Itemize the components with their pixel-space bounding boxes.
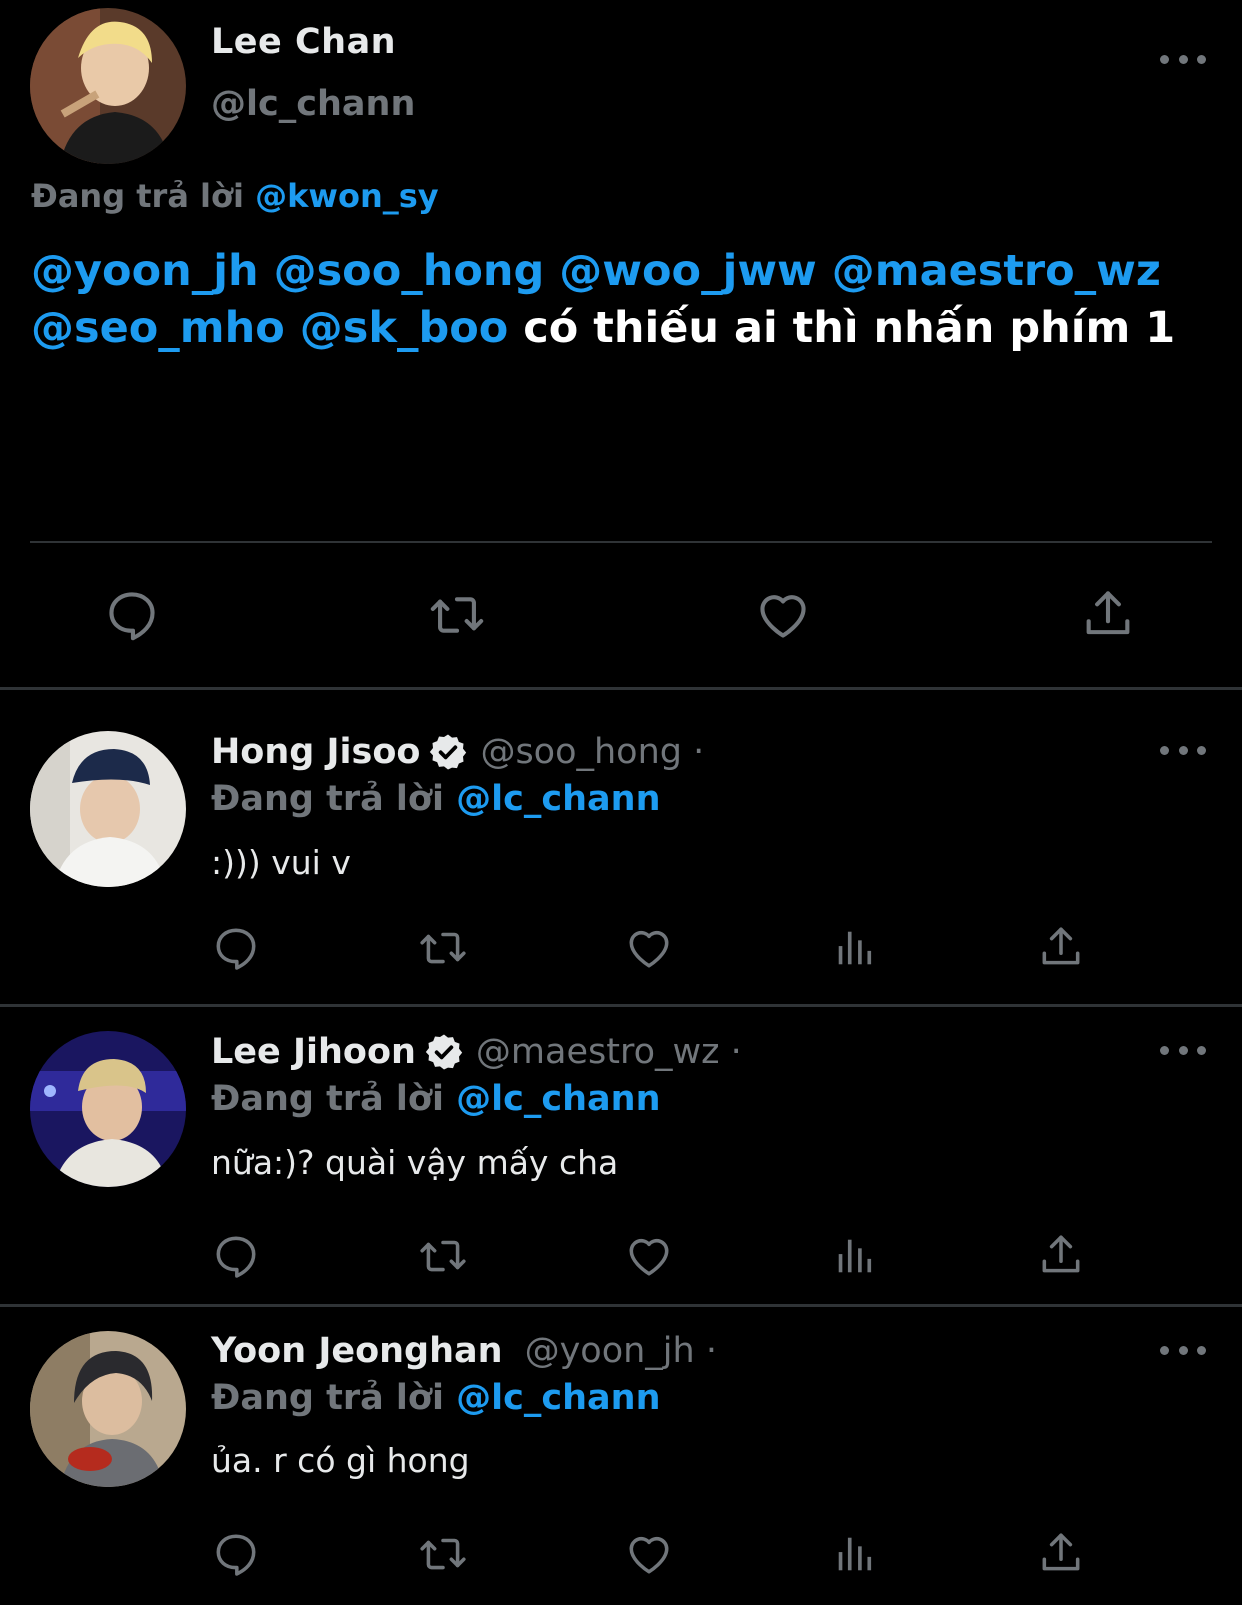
- retweet-icon[interactable]: [426, 586, 488, 644]
- author-name[interactable]: Lee Jihoon: [211, 1032, 416, 1072]
- divider: [30, 541, 1212, 543]
- author-row: Hong Jisoo @soo_hong ·: [211, 732, 704, 772]
- mention[interactable]: @seo_mho: [31, 303, 285, 353]
- verified-badge-icon: [424, 1032, 464, 1072]
- reply-text: nữa:)? quài vậy mấy cha: [211, 1143, 619, 1182]
- replying-to-handle[interactable]: @kwon_sy: [255, 177, 439, 215]
- author-handle[interactable]: @lc_chann: [211, 84, 415, 124]
- reply-icon[interactable]: [211, 923, 261, 973]
- reply-tweet[interactable]: Lee Jihoon @maestro_wz · Đang trả lời @l…: [0, 1007, 1242, 1307]
- share-icon[interactable]: [1036, 1527, 1086, 1579]
- reply-text: :))) vui v: [211, 843, 351, 882]
- author-row: Yoon Jeonghan @yoon_jh ·: [211, 1331, 717, 1371]
- like-icon[interactable]: [754, 586, 812, 644]
- like-icon[interactable]: [624, 1529, 674, 1579]
- author-name[interactable]: Lee Chan: [211, 22, 396, 62]
- replying-to: Đang trả lời @lc_chann: [211, 1378, 661, 1418]
- replying-prefix: Đang trả lời: [31, 177, 244, 215]
- replying-prefix: Đang trả lời: [211, 1079, 444, 1119]
- share-icon[interactable]: [1036, 921, 1086, 973]
- mention[interactable]: @yoon_jh: [31, 246, 259, 296]
- retweet-icon[interactable]: [416, 923, 470, 973]
- replying-to-handle[interactable]: @lc_chann: [456, 1378, 660, 1418]
- like-icon[interactable]: [624, 1231, 674, 1281]
- reply-text: ủa. r có gì hong: [211, 1441, 470, 1480]
- replying-to: Đang trả lời @lc_chann: [211, 1079, 661, 1119]
- reply-icon[interactable]: [103, 586, 161, 644]
- replying-to: Đang trả lời @kwon_sy: [31, 177, 439, 215]
- views-icon[interactable]: [832, 1231, 878, 1281]
- reply-icon[interactable]: [211, 1529, 261, 1579]
- reply-tweet[interactable]: Yoon Jeonghan @yoon_jh · Đang trả lời @l…: [0, 1307, 1242, 1605]
- reply-tweet[interactable]: Hong Jisoo @soo_hong · Đang trả lời @lc_…: [0, 690, 1242, 1003]
- views-icon[interactable]: [832, 1529, 878, 1579]
- views-icon[interactable]: [832, 923, 878, 973]
- tweet-text: @yoon_jh @soo_hong @woo_jww @maestro_wz …: [31, 243, 1231, 357]
- reply-icon[interactable]: [211, 1231, 261, 1281]
- mention[interactable]: @sk_boo: [300, 303, 509, 353]
- avatar[interactable]: [30, 1031, 186, 1187]
- author-handle[interactable]: @soo_hong ·: [480, 732, 704, 772]
- share-icon[interactable]: [1079, 584, 1137, 644]
- more-options-icon[interactable]: [1160, 740, 1206, 760]
- mention[interactable]: @maestro_wz: [832, 246, 1161, 296]
- more-options-icon[interactable]: [1160, 1340, 1206, 1360]
- avatar[interactable]: [30, 8, 186, 164]
- replying-prefix: Đang trả lời: [211, 779, 444, 819]
- replying-prefix: Đang trả lời: [211, 1378, 444, 1418]
- like-icon[interactable]: [624, 923, 674, 973]
- author-name[interactable]: Hong Jisoo: [211, 732, 420, 772]
- avatar[interactable]: [30, 731, 186, 887]
- avatar[interactable]: [30, 1331, 186, 1487]
- replying-to-handle[interactable]: @lc_chann: [456, 779, 660, 819]
- retweet-icon[interactable]: [416, 1231, 470, 1281]
- verified-badge-icon: [428, 732, 468, 772]
- mention[interactable]: @soo_hong: [274, 246, 545, 296]
- main-tweet: Lee Chan @lc_chann Đang trả lời @kwon_sy…: [0, 0, 1242, 688]
- replying-to: Đang trả lời @lc_chann: [211, 779, 661, 819]
- author-name[interactable]: Yoon Jeonghan: [211, 1331, 503, 1371]
- author-handle[interactable]: @maestro_wz ·: [476, 1032, 742, 1072]
- more-options-icon[interactable]: [1160, 1040, 1206, 1060]
- more-options-icon[interactable]: [1160, 49, 1206, 69]
- author-handle[interactable]: @yoon_jh ·: [525, 1331, 717, 1371]
- mention[interactable]: @woo_jww: [559, 246, 817, 296]
- tweet-text-body: có thiếu ai thì nhấn phím 1: [523, 303, 1176, 353]
- replying-to-handle[interactable]: @lc_chann: [456, 1079, 660, 1119]
- author-row: Lee Jihoon @maestro_wz ·: [211, 1032, 742, 1072]
- share-icon[interactable]: [1036, 1229, 1086, 1281]
- retweet-icon[interactable]: [416, 1529, 470, 1579]
